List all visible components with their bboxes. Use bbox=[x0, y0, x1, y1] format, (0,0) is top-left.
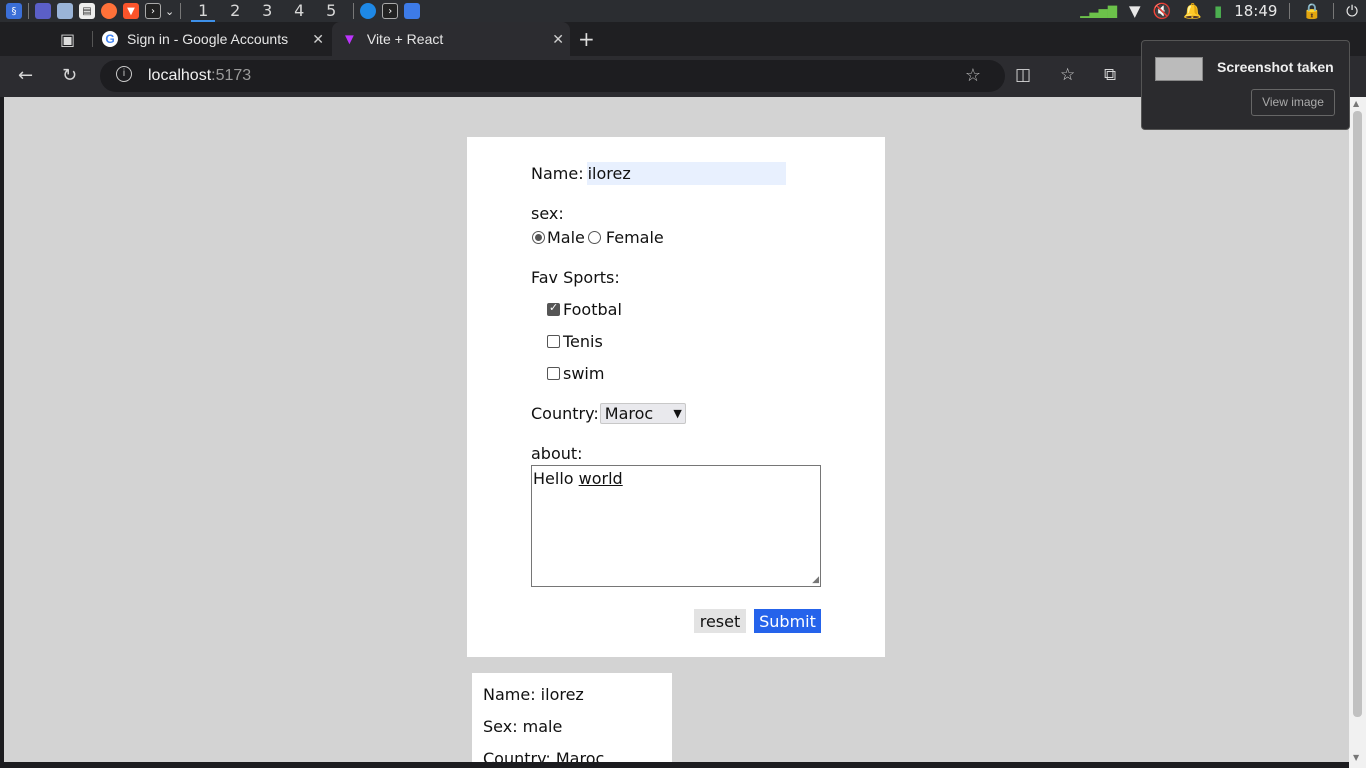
about-word-2: world bbox=[578, 469, 623, 488]
site-info-icon[interactable]: i bbox=[116, 66, 132, 82]
favorites-icon[interactable]: ☆ bbox=[1060, 65, 1075, 85]
tenis-checkbox[interactable] bbox=[547, 335, 560, 348]
sex-label: sex: bbox=[531, 204, 564, 223]
url-port: :5173 bbox=[211, 67, 252, 84]
resize-grip-icon[interactable]: ◢ bbox=[812, 575, 819, 585]
scroll-up-icon[interactable]: ▲ bbox=[1353, 99, 1359, 108]
collections-icon[interactable]: ⧉ bbox=[1104, 65, 1116, 85]
sport-item-footbal: Footbal bbox=[547, 300, 622, 319]
split-screen-icon[interactable]: ◫ bbox=[1015, 65, 1031, 85]
close-icon[interactable]: ✕ bbox=[552, 31, 564, 48]
files-icon[interactable] bbox=[57, 3, 73, 19]
male-radio[interactable] bbox=[532, 231, 545, 244]
vite-icon: ▼ bbox=[342, 30, 357, 48]
app-menu-icon[interactable]: § bbox=[6, 3, 22, 19]
edge-icon[interactable] bbox=[360, 3, 377, 19]
window-bottom-edge bbox=[0, 762, 1349, 768]
google-icon: G bbox=[102, 31, 118, 47]
result-name: Name: ilorez bbox=[483, 685, 584, 704]
about-label: about: bbox=[531, 444, 583, 463]
folder-icon[interactable] bbox=[404, 3, 421, 19]
new-tab-button[interactable]: + bbox=[578, 27, 595, 51]
tray-divider bbox=[1333, 3, 1335, 19]
swim-label[interactable]: swim bbox=[563, 364, 604, 383]
tab-title: Vite + React bbox=[366, 31, 444, 47]
taskbar-divider bbox=[28, 3, 29, 19]
form-card: Name: sex: Male Female Fav Sports: Footb… bbox=[467, 137, 885, 657]
male-label[interactable]: Male bbox=[547, 228, 585, 247]
country-select[interactable]: Maroc ▼ bbox=[599, 403, 686, 424]
terminal-icon[interactable]: › bbox=[382, 3, 399, 19]
country-label: Country: bbox=[531, 404, 599, 423]
address-bar[interactable]: i localhost:5173 ☆ bbox=[100, 60, 1005, 92]
footbal-label[interactable]: Footbal bbox=[563, 300, 622, 319]
clock[interactable]: 18:49 bbox=[1234, 2, 1277, 20]
lock-icon[interactable]: 🔒 bbox=[1302, 2, 1321, 20]
system-tray: ▁▃▅▇ ▼ 🔇 🔔 ▮ 18:49 🔒 ⏻ bbox=[1080, 0, 1358, 22]
taskbar-divider bbox=[353, 3, 355, 19]
bell-icon[interactable]: 🔔 bbox=[1183, 2, 1202, 20]
tab-title: Sign in - Google Accounts bbox=[127, 31, 289, 47]
country-row: Country: Maroc ▼ bbox=[531, 403, 686, 424]
scrollbar-thumb[interactable] bbox=[1353, 111, 1362, 717]
back-icon[interactable]: ← bbox=[18, 65, 33, 86]
tray-divider bbox=[1289, 3, 1291, 19]
name-input[interactable] bbox=[586, 162, 786, 185]
page-scrollbar[interactable]: ▲ ▼ bbox=[1349, 97, 1366, 768]
female-label[interactable]: Female bbox=[606, 228, 664, 247]
result-country: Country: Maroc bbox=[483, 749, 605, 762]
workspace-2[interactable]: 2 bbox=[219, 0, 251, 22]
sport-item-swim: swim bbox=[547, 364, 604, 383]
tab-vite-react[interactable]: ▼ Vite + React ✕ bbox=[332, 22, 570, 56]
tab-actions-icon[interactable]: ▣ bbox=[60, 30, 75, 49]
screenshot-notification[interactable]: Screenshot taken View image bbox=[1141, 40, 1350, 130]
name-row: Name: bbox=[531, 162, 786, 185]
submit-button[interactable]: Submit bbox=[754, 609, 821, 633]
workspace-5[interactable]: 5 bbox=[315, 0, 347, 22]
document-icon[interactable]: ▤ bbox=[79, 3, 95, 19]
firefox-icon[interactable] bbox=[101, 3, 117, 19]
country-value: Maroc bbox=[604, 404, 654, 423]
power-icon[interactable]: ⏻ bbox=[1346, 2, 1358, 20]
workspace-1[interactable]: 1 bbox=[187, 0, 219, 22]
swim-checkbox[interactable] bbox=[547, 367, 560, 380]
tab-google-accounts[interactable]: G Sign in - Google Accounts ✕ bbox=[96, 22, 330, 56]
taskbar-divider bbox=[180, 3, 182, 19]
workspace-3[interactable]: 3 bbox=[251, 0, 283, 22]
reset-button[interactable]: reset bbox=[694, 609, 746, 633]
result-sex: Sex: male bbox=[483, 717, 563, 736]
chevron-down-icon: ▼ bbox=[673, 407, 682, 420]
sex-options: Male Female bbox=[531, 228, 664, 247]
screenshot-thumbnail[interactable] bbox=[1155, 57, 1203, 81]
battery-icon[interactable]: ▮ bbox=[1214, 2, 1222, 20]
tenis-label[interactable]: Tenis bbox=[563, 332, 603, 351]
brave-icon[interactable]: ▼ bbox=[123, 3, 139, 19]
wifi-icon[interactable]: ▼ bbox=[1129, 2, 1141, 20]
result-card: Name: ilorez Sex: male Country: Maroc bbox=[472, 673, 672, 762]
system-taskbar: § ▤ ▼ › ⌄ 1 2 3 4 5 › ▁▃▅▇ ▼ 🔇 🔔 ▮ 18:49… bbox=[0, 0, 1366, 22]
star-icon[interactable]: ☆ bbox=[965, 65, 981, 86]
view-image-button[interactable]: View image bbox=[1251, 89, 1335, 116]
launcher-icon[interactable] bbox=[35, 3, 51, 19]
network-graph-icon: ▁▃▅▇ bbox=[1080, 4, 1118, 18]
about-word-1: Hello bbox=[533, 469, 574, 488]
sports-label: Fav Sports: bbox=[531, 268, 620, 287]
female-radio[interactable] bbox=[587, 231, 601, 244]
tab-divider bbox=[92, 31, 93, 47]
close-icon[interactable]: ✕ bbox=[312, 31, 324, 48]
workspace-4[interactable]: 4 bbox=[283, 0, 315, 22]
page-viewport: Name: sex: Male Female Fav Sports: Footb… bbox=[4, 97, 1349, 762]
name-label: Name: bbox=[531, 164, 584, 183]
chevron-down-icon[interactable]: ⌄ bbox=[165, 5, 174, 18]
about-textarea[interactable]: Hello world ◢ bbox=[531, 465, 821, 587]
notification-title: Screenshot taken bbox=[1217, 59, 1334, 75]
scroll-down-icon[interactable]: ▼ bbox=[1353, 753, 1359, 762]
reload-icon[interactable]: ↻ bbox=[62, 65, 77, 86]
footbal-checkbox[interactable] bbox=[547, 301, 560, 316]
sport-item-tenis: Tenis bbox=[547, 332, 603, 351]
terminal-icon[interactable]: › bbox=[145, 3, 161, 19]
url-text: localhost:5173 bbox=[148, 67, 251, 85]
mute-icon[interactable]: 🔇 bbox=[1153, 2, 1172, 20]
url-host: localhost bbox=[148, 67, 212, 84]
